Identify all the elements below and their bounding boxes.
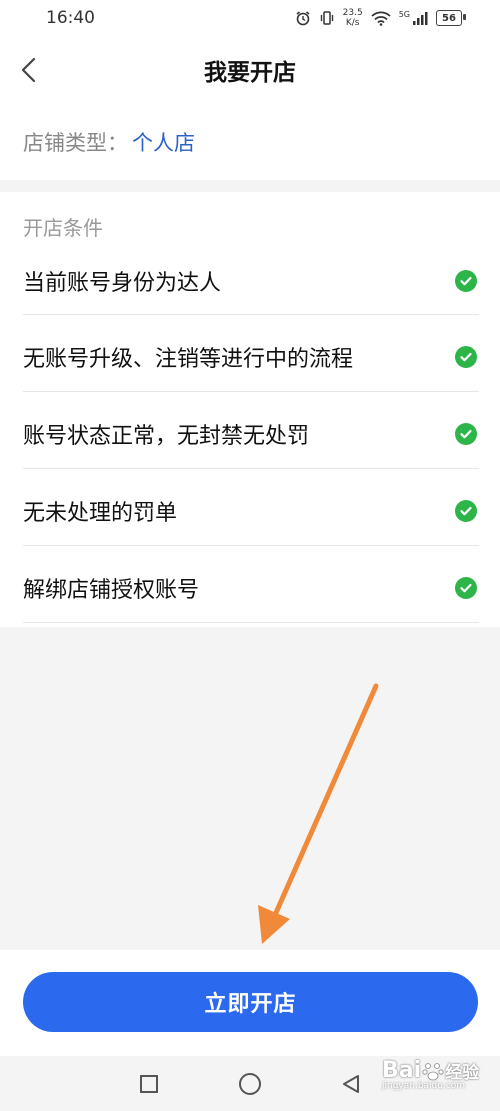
condition-item: 账号状态正常，无封禁无处罚 bbox=[23, 392, 479, 469]
condition-item: 当前账号身份为达人 bbox=[23, 232, 479, 315]
check-icon bbox=[455, 577, 477, 599]
wifi-icon bbox=[371, 11, 391, 26]
check-icon bbox=[455, 346, 477, 368]
open-shop-button[interactable]: 立即开店 bbox=[23, 972, 478, 1032]
conditions-section: 开店条件 当前账号身份为达人 无账号升级、注销等进行中的流程 账号状态正常，无封… bbox=[0, 192, 500, 627]
page-title: 我要开店 bbox=[204, 59, 296, 86]
shop-type-label: 店铺类型： bbox=[23, 131, 128, 155]
status-time: 16:40 bbox=[46, 8, 95, 28]
signal-label: 5G bbox=[398, 9, 410, 19]
battery-icon: 56 bbox=[436, 10, 466, 26]
vibrate-icon bbox=[320, 11, 333, 25]
watermark-brand: Bai bbox=[382, 1058, 422, 1083]
home-circle-icon[interactable] bbox=[238, 1072, 262, 1096]
condition-text: 账号状态正常，无封禁无处罚 bbox=[23, 424, 310, 449]
watermark-suffix: 经验 bbox=[445, 1063, 480, 1083]
bottom-action-bar: 立即开店 bbox=[0, 950, 500, 1056]
condition-text: 解绑店铺授权账号 bbox=[23, 578, 200, 603]
condition-text: 无未处理的罚单 bbox=[23, 501, 178, 526]
conditions-list: 当前账号身份为达人 无账号升级、注销等进行中的流程 账号状态正常，无封禁无处罚 … bbox=[23, 232, 479, 623]
condition-text: 无账号升级、注销等进行中的流程 bbox=[23, 347, 354, 372]
shop-type-row: 店铺类型： 个人店 bbox=[0, 104, 500, 180]
baidu-paw-icon bbox=[422, 1062, 444, 1080]
recent-apps-icon[interactable] bbox=[138, 1073, 160, 1095]
back-triangle-icon[interactable] bbox=[340, 1073, 362, 1095]
net-speed: 23.5 K/s bbox=[342, 8, 363, 28]
cell-signal-icon bbox=[413, 12, 428, 25]
condition-item: 无未处理的罚单 bbox=[23, 469, 479, 546]
baidu-watermark: Bai 经验 jingyan.baidu.com bbox=[382, 1058, 482, 1106]
alarm-icon bbox=[296, 11, 310, 26]
status-bar: 16:40 23.5 K/s 5G 56 bbox=[0, 0, 500, 36]
condition-text: 当前账号身份为达人 bbox=[23, 271, 222, 296]
check-icon bbox=[455, 270, 477, 292]
status-icons: 23.5 K/s 5G 56 bbox=[295, 8, 466, 28]
check-icon bbox=[455, 423, 477, 445]
shop-type-value[interactable]: 个人店 bbox=[132, 127, 195, 157]
check-icon bbox=[455, 500, 477, 522]
condition-item: 解绑店铺授权账号 bbox=[23, 546, 479, 623]
back-arrow-icon[interactable] bbox=[16, 50, 42, 90]
page-header: 我要开店 bbox=[0, 36, 500, 104]
condition-item: 无账号升级、注销等进行中的流程 bbox=[23, 315, 479, 392]
